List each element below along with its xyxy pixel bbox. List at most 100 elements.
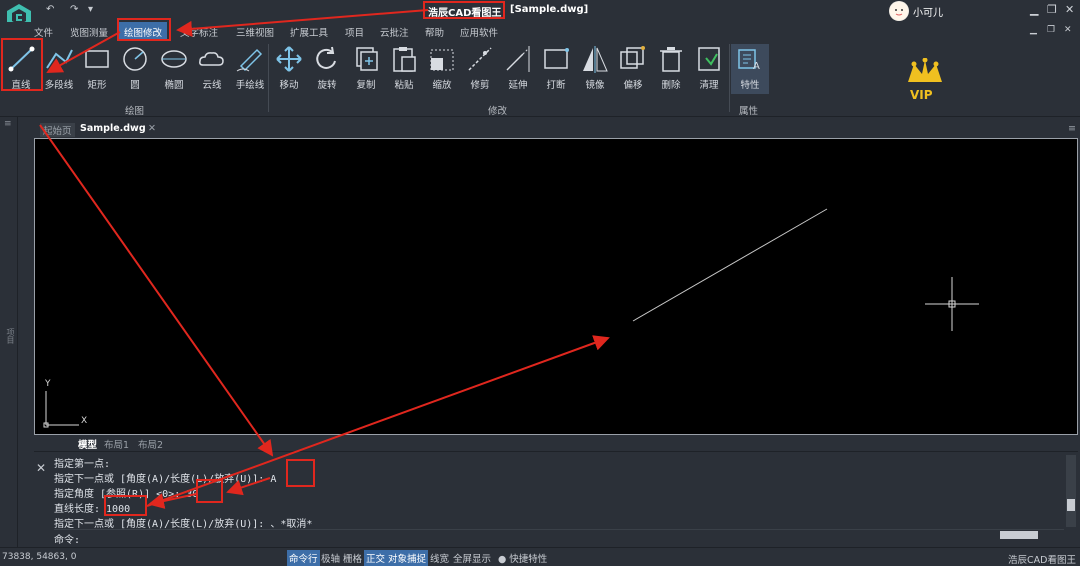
panel-grip-icon[interactable]: ≡ [4, 119, 12, 129]
minimize-icon[interactable]: ▁ [1030, 3, 1038, 16]
circle-icon [123, 47, 147, 71]
vip-badge[interactable]: VIP [900, 57, 950, 108]
undo-icon[interactable]: ↶ [46, 4, 54, 15]
drawing-canvas[interactable]: Y X [34, 138, 1078, 435]
tool-label: 椭圆 [164, 80, 184, 91]
toggle-fullscreen[interactable]: 全屏显示 [451, 550, 493, 566]
user-name[interactable]: 小可儿 [913, 4, 943, 19]
paste-icon [393, 47, 416, 72]
tab-layout1[interactable]: 布局1 [104, 437, 130, 452]
canvas-drawing [43, 208, 979, 428]
tool-label: 缩放 [432, 80, 452, 91]
quick-access-dropdown-icon[interactable]: ▾ [88, 4, 93, 15]
scale-tool-button[interactable]: 缩放 [423, 44, 461, 94]
properties-tool-button[interactable]: A 特性 [731, 44, 769, 94]
menu-project[interactable]: 项目 [345, 25, 364, 39]
drawn-line[interactable] [632, 208, 828, 322]
move-tool-button[interactable]: 移动 [270, 44, 308, 94]
tool-label: 打断 [546, 80, 566, 91]
command-prompt: 命令: [54, 535, 81, 546]
polyline-tool-button[interactable]: 多段线 [40, 44, 78, 94]
toggle-lineweight[interactable]: 线宽 [428, 550, 451, 566]
tab-sample-dwg[interactable]: Sample.dwg [80, 123, 146, 134]
menu-extend-tools[interactable]: 扩展工具 [290, 25, 328, 39]
rectangle-tool-button[interactable]: 矩形 [78, 44, 116, 94]
cloud-icon [199, 52, 224, 66]
toggle-grid[interactable]: 栅格 [341, 550, 364, 566]
tab-model[interactable]: 模型 [78, 437, 97, 451]
trim-icon [468, 47, 492, 71]
break-tool-button[interactable]: 打断 [537, 44, 575, 94]
ribbon-minimize-icon[interactable]: ▁ [1030, 25, 1037, 35]
rectangle-icon [85, 50, 109, 68]
copy-tool-button[interactable]: 复制 [347, 44, 385, 94]
tab-close-icon[interactable]: ✕ [148, 123, 156, 134]
delete-tool-button[interactable]: 删除 [652, 44, 690, 94]
status-app-name: 浩辰CAD看图王 [1008, 555, 1076, 566]
ribbon-restore-icon[interactable]: ❐ [1047, 25, 1055, 35]
command-scrollbar[interactable] [1066, 455, 1076, 527]
purge-tool-button[interactable]: 清理 [690, 44, 728, 94]
ribbon-close-icon[interactable]: ✕ [1064, 25, 1072, 35]
annotation-box-menu [117, 18, 171, 41]
modify-group-label: 修改 [488, 106, 508, 117]
menu-text-dimension[interactable]: 文字标注 [180, 25, 218, 39]
command-history-line: 指定下一点或 [角度(A)/长度(L)/放弃(U)]: 、*取消* [54, 519, 313, 530]
ellipse-tool-button[interactable]: 椭圆 [155, 44, 193, 94]
tool-label: 旋转 [317, 80, 337, 91]
tab-layout2[interactable]: 布局2 [138, 437, 164, 452]
tool-label: 修剪 [470, 80, 490, 91]
polyline-icon [46, 49, 73, 69]
tool-label: 删除 [661, 80, 681, 91]
toggle-ortho[interactable]: 正交 [364, 550, 388, 566]
menu-apps[interactable]: 应用软件 [460, 25, 498, 39]
tab-list-icon[interactable]: ≡ [1068, 123, 1076, 134]
horizontal-scroll-thumb[interactable] [1000, 531, 1038, 539]
offset-icon [620, 46, 645, 69]
ucs-icon [43, 391, 79, 428]
command-input[interactable]: 命令: [54, 529, 1064, 546]
tool-label: 矩形 [87, 80, 107, 91]
mirror-tool-button[interactable]: 镜像 [576, 44, 614, 94]
user-avatar[interactable] [889, 1, 909, 21]
close-icon[interactable]: ✕ [1065, 3, 1074, 16]
command-close-icon[interactable]: ✕ [36, 461, 46, 475]
toggle-command-line[interactable]: 命令行 [287, 550, 320, 566]
group-separator [729, 44, 730, 112]
trim-tool-button[interactable]: 修剪 [461, 44, 499, 94]
properties-group-label: 属性 [739, 106, 759, 117]
offset-tool-button[interactable]: 偏移 [614, 44, 652, 94]
toggle-polar[interactable]: 极轴 [319, 550, 342, 566]
scrollbar-thumb[interactable] [1067, 499, 1075, 511]
tool-label: 云线 [202, 80, 222, 91]
tool-label: 复制 [356, 80, 376, 91]
menu-view-measure[interactable]: 览图测量 [70, 25, 108, 39]
tool-label: 移动 [279, 80, 299, 91]
cloud-line-tool-button[interactable]: 云线 [193, 44, 231, 94]
menu-cloud-annotate[interactable]: 云批注 [380, 25, 409, 39]
tool-label: 粘贴 [394, 80, 414, 91]
group-separator [268, 44, 269, 112]
menu-file[interactable]: 文件 [34, 25, 53, 39]
menu-help[interactable]: 帮助 [425, 25, 444, 39]
move-icon [276, 46, 302, 72]
document-tabs: 起始页 Sample.dwg ✕ ≡ [34, 120, 1080, 137]
mirror-icon [583, 46, 608, 73]
toggle-quick-properties[interactable]: ● 快捷特性 [496, 550, 549, 566]
tool-label: 圆 [130, 80, 140, 91]
side-panel[interactable]: ≡ 项目 [0, 117, 18, 547]
side-panel-label[interactable]: 项目 [5, 328, 16, 344]
rotate-tool-button[interactable]: 旋转 [308, 44, 346, 94]
purge-icon [698, 47, 720, 71]
extend-tool-button[interactable]: 延伸 [499, 44, 537, 94]
circle-tool-button[interactable]: 圆 [116, 44, 154, 94]
paste-tool-button[interactable]: 粘贴 [385, 44, 423, 94]
toggle-osnap[interactable]: 对象捕捉 [386, 550, 429, 566]
tab-start-page[interactable]: 起始页 [40, 123, 75, 137]
tool-label: 手绘线 [235, 80, 265, 91]
layout-tabs: 模型 布局1 布局2 [34, 436, 1078, 452]
redo-icon[interactable]: ↷ [70, 4, 78, 15]
menu-3d-view[interactable]: 三维视图 [236, 25, 274, 39]
freehand-tool-button[interactable]: 手绘线 [231, 44, 269, 94]
restore-icon[interactable]: ❐ [1047, 3, 1057, 16]
